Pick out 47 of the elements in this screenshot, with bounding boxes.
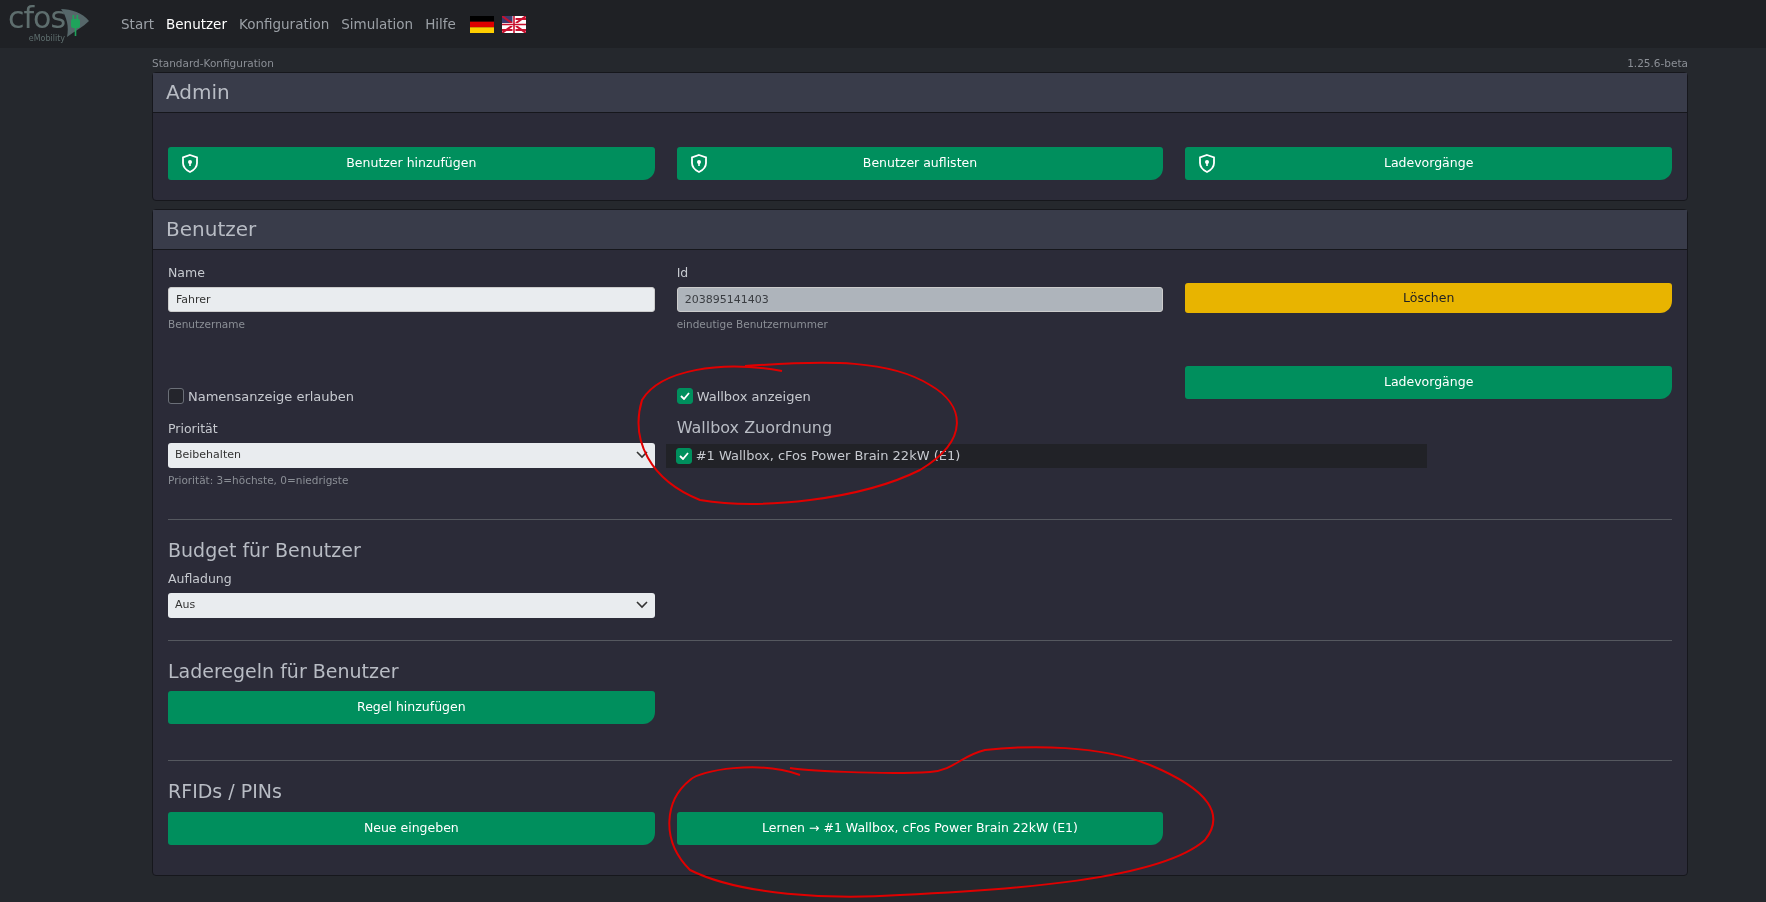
logo-text: cfos	[8, 3, 66, 33]
checkbox-label: Namensanzeige erlauben	[188, 387, 355, 406]
checkmark-icon	[678, 452, 689, 460]
nav-link[interactable]: Benutzer	[160, 13, 233, 35]
field-label: Name	[168, 264, 206, 282]
chevron-down-icon	[635, 601, 648, 610]
action-button[interactable]: Lernen → #1 Wallbox, cFos Power Brain 22kW (E1)	[676, 811, 1164, 845]
section-heading: Budget für Benutzer	[168, 537, 362, 563]
nav-link[interactable]: Start	[115, 13, 161, 35]
shield-icon	[182, 154, 198, 173]
section-heading: RFIDs / PINs	[168, 779, 283, 805]
checkbox-label: Wallbox anzeigen	[696, 387, 811, 406]
help-text: Benutzername	[168, 316, 246, 332]
german-flag-icon[interactable]	[469, 15, 494, 33]
delete-button[interactable]: Löschen	[1185, 283, 1672, 313]
section-heading: Wallbox Zuordnung	[676, 417, 834, 439]
admin-button[interactable]: Benutzer hinzufügen	[168, 147, 655, 180]
nav-link[interactable]: Hilfe	[419, 13, 462, 35]
checkmark-icon	[679, 392, 690, 401]
admin-button[interactable]: Ladevorgänge	[1185, 147, 1672, 180]
action-button[interactable]: Regel hinzufügen	[168, 691, 655, 725]
name-input[interactable]: Fahrer	[168, 286, 655, 312]
checkbox[interactable]	[675, 448, 692, 464]
action-button[interactable]: Neue eingeben	[168, 811, 655, 845]
charging-select[interactable]: Aus	[168, 592, 655, 618]
chevron-down-icon	[635, 451, 648, 460]
field-label: Priorität	[168, 420, 219, 438]
checkbox[interactable]	[168, 388, 184, 405]
admin-button[interactable]: Benutzer auflisten	[676, 147, 1164, 180]
action-button[interactable]: Ladevorgänge	[1185, 365, 1672, 399]
help-text: Priorität: 3=höchste, 0=niedrigste	[168, 472, 350, 488]
field-label: Id	[676, 264, 690, 282]
panel-title: Admin	[153, 73, 1687, 113]
english-flag-icon[interactable]	[501, 15, 526, 33]
version-label: 1.25.6-beta	[1627, 56, 1688, 72]
field-label: Aufladung	[168, 570, 233, 588]
priority-select[interactable]: Beibehalten	[168, 442, 655, 468]
shield-icon	[690, 154, 707, 173]
config-name: Standard-Konfiguration	[152, 56, 274, 72]
shield-icon	[1199, 154, 1216, 173]
logo-tagline: eMobility	[28, 33, 66, 45]
checkbox[interactable]	[676, 388, 693, 405]
help-text: eindeutige Benutzernummer	[676, 316, 829, 332]
section-heading: Laderegeln für Benutzer	[168, 658, 400, 684]
nav-link[interactable]: Simulation	[335, 13, 420, 35]
nav-link[interactable]: Konfiguration	[232, 13, 336, 35]
panel-title: Benutzer	[153, 210, 1687, 250]
